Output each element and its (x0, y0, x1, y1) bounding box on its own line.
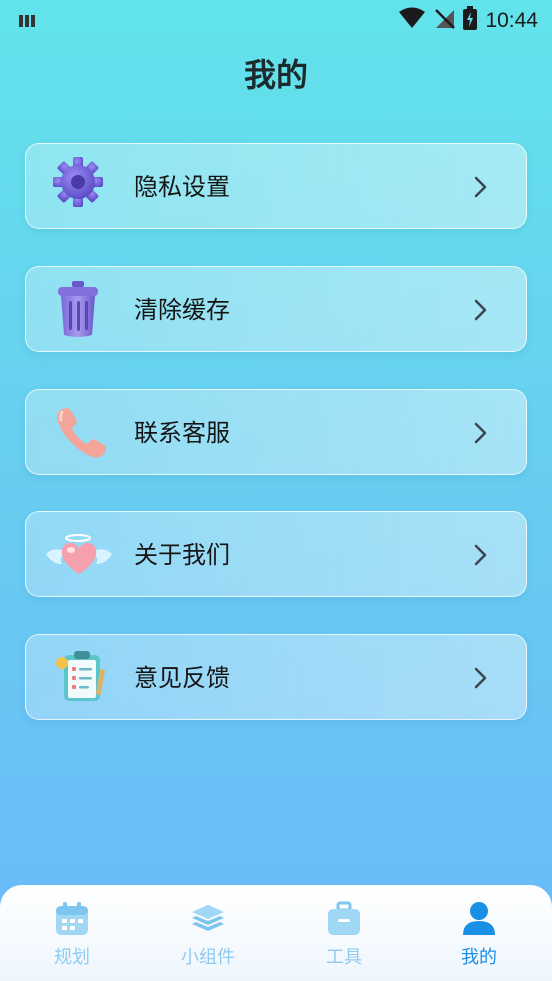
tab-widgets[interactable]: 小组件 (153, 901, 263, 973)
clock: 10:44 (485, 8, 538, 32)
tab-planning[interactable]: 规划 (17, 901, 127, 973)
chevron-right-icon (468, 298, 492, 322)
chevron-right-icon (468, 421, 492, 445)
menu-item-feedback[interactable]: 意见反馈 (25, 634, 527, 720)
chevron-right-icon (468, 175, 492, 199)
menu-item-clear-cache[interactable]: 清除缓存 (25, 266, 527, 352)
sim-card-icon (18, 10, 36, 34)
status-bar: 10:44 (0, 0, 552, 38)
tab-label: 我的 (461, 947, 497, 968)
menu-item-label: 意见反馈 (134, 664, 230, 692)
menu-item-privacy-settings[interactable]: 隐私设置 (25, 143, 527, 229)
winged-heart-icon (44, 524, 114, 586)
menu-item-label: 隐私设置 (134, 173, 230, 201)
tab-mine[interactable]: 我的 (424, 901, 534, 973)
menu-item-about-us[interactable]: 关于我们 (25, 511, 527, 597)
tab-label: 工具 (326, 947, 362, 968)
gear-icon (52, 156, 114, 218)
toolbox-icon (326, 901, 362, 937)
menu-item-label: 清除缓存 (134, 296, 230, 324)
calendar-icon (54, 901, 90, 937)
menu-item-contact-support[interactable]: 联系客服 (25, 389, 527, 475)
menu-item-label: 关于我们 (134, 541, 230, 569)
user-icon (461, 901, 497, 937)
phone-icon (52, 402, 114, 464)
page-title: 我的 (243, 56, 308, 94)
chevron-right-icon (468, 666, 492, 690)
bottom-tab-bar: 规划 小组件 工具 我的 (0, 885, 552, 981)
clipboard-icon (52, 647, 114, 709)
tab-tools[interactable]: 工具 (289, 901, 399, 973)
layers-icon (190, 901, 226, 937)
menu-item-label: 联系客服 (134, 419, 230, 447)
no-signal-icon (433, 7, 456, 34)
trash-icon (52, 279, 114, 341)
tab-label: 规划 (54, 947, 90, 968)
tab-label: 小组件 (181, 947, 235, 968)
battery-icon (463, 6, 478, 35)
chevron-right-icon (468, 543, 492, 567)
wifi-icon (399, 7, 426, 34)
